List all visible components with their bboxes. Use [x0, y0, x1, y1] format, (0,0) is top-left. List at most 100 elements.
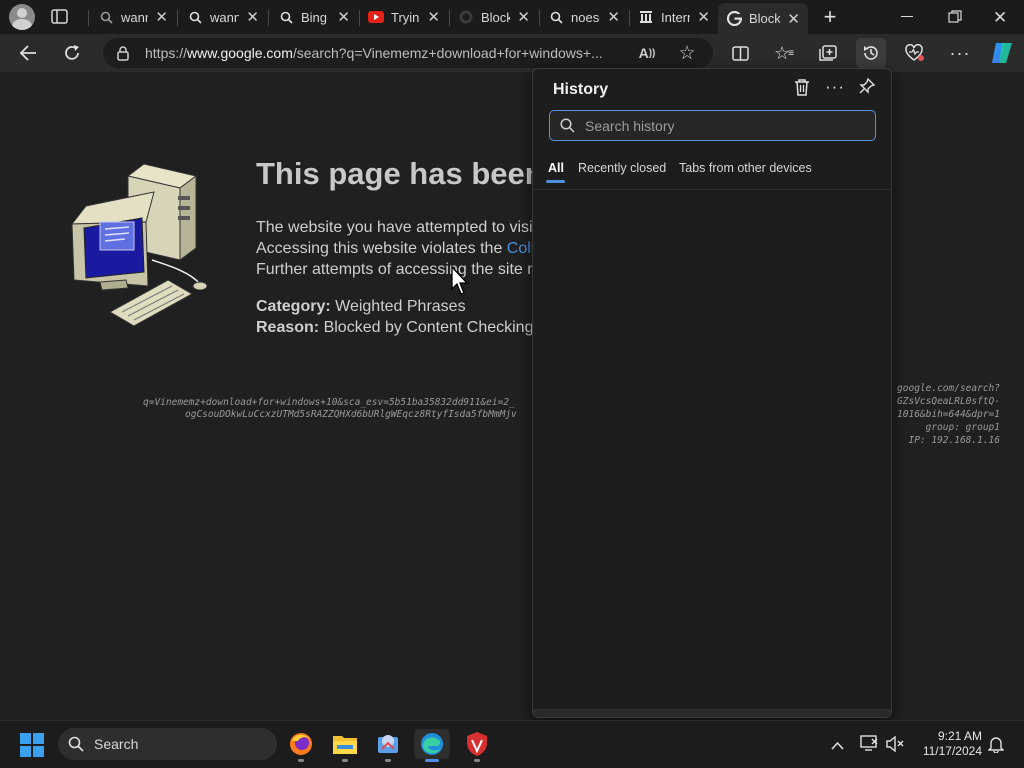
github-icon [458, 9, 474, 25]
profile-avatar[interactable] [9, 4, 35, 30]
tab-title: Block [481, 9, 511, 25]
delete-history-icon[interactable] [794, 79, 810, 101]
network-icon[interactable] [860, 735, 878, 756]
page-title: This page has been [256, 156, 544, 191]
start-windows-icon[interactable] [20, 733, 44, 762]
blocked-url-line-1: q=Vinememz+download+for+windows+10&sca_e… [143, 397, 515, 408]
category-value: Weighted Phrases [330, 298, 466, 315]
search-icon [187, 9, 203, 25]
new-tab-button[interactable]: + [818, 4, 842, 29]
restore-button[interactable] [948, 10, 962, 24]
close-icon[interactable]: ✕ [337, 8, 350, 26]
category-line: Category: Weighted Phrases [256, 298, 466, 316]
tab-title: Trying [391, 9, 420, 25]
system-clock[interactable]: 9:21 AM 11/17/2024 [912, 729, 982, 759]
split-screen-icon[interactable] [725, 38, 755, 68]
volume-muted-icon[interactable] [886, 735, 904, 757]
read-aloud-icon[interactable]: A)) [632, 38, 662, 68]
address-bar[interactable]: https://www.google.com/search?q=Vinememz… [103, 38, 713, 68]
tab-8-active[interactable]: Block ✕ [718, 3, 808, 34]
close-icon[interactable]: ✕ [155, 8, 168, 26]
block-message-line-2: Accessing this website violates the Coll [256, 240, 534, 258]
notifications-bell-icon[interactable] [987, 735, 1005, 758]
back-button[interactable] [13, 38, 43, 68]
youtube-icon [368, 9, 384, 25]
close-window-button[interactable]: ✕ [993, 8, 1007, 28]
tab-actions-icon[interactable] [51, 9, 68, 24]
close-icon[interactable]: ✕ [517, 8, 530, 26]
pin-icon[interactable] [859, 77, 876, 100]
close-icon[interactable]: ✕ [246, 8, 259, 26]
url-host: www.google.com [187, 45, 293, 61]
google-icon [726, 11, 742, 27]
copilot-icon[interactable] [987, 38, 1017, 68]
collections-icon[interactable] [813, 38, 843, 68]
blocked-url-right-1: google.com/search? [897, 383, 1000, 394]
tab-1[interactable]: wann ✕ [90, 4, 176, 30]
block-message-line-1: The website you have attempted to visi [256, 219, 533, 236]
refresh-button[interactable] [57, 38, 87, 68]
taskbar-search[interactable]: Search [58, 728, 277, 760]
tab-recently-closed[interactable]: Recently closed [578, 161, 666, 175]
tab-title: wann [210, 9, 240, 25]
clock-date: 11/17/2024 [922, 744, 982, 758]
firefox-icon[interactable] [286, 729, 316, 759]
minimize-button[interactable] [901, 16, 913, 17]
panel-scrollbar-edge [533, 709, 891, 717]
active-tab-indicator [546, 180, 565, 183]
category-label: Category: [256, 298, 331, 315]
block-message-text: Accessing this website violates the [256, 240, 507, 257]
url-prefix: https:// [145, 45, 188, 61]
file-explorer-icon[interactable] [330, 729, 360, 759]
mouse-cursor-icon [451, 265, 471, 301]
clock-time: 9:21 AM [937, 729, 982, 743]
history-panel-title: History [553, 81, 609, 98]
tab-7[interactable]: Intern ✕ [630, 4, 718, 30]
running-indicator [298, 759, 304, 762]
tab-2[interactable]: wann ✕ [179, 4, 267, 30]
tab-5[interactable]: Block ✕ [450, 4, 538, 30]
search-icon [560, 118, 575, 133]
tab-title: Block [749, 11, 781, 26]
url-path: /search?q=Vinememz+download+for+windows+… [292, 45, 603, 61]
close-icon[interactable]: ✕ [787, 10, 800, 28]
blocked-url-line-2: ogCsouDOkwLuCcxzUTMd5sRAZZQHXd6bURlgWEqc… [185, 409, 517, 420]
archive-icon [638, 9, 654, 25]
close-icon[interactable]: ✕ [427, 8, 440, 26]
history-search-box[interactable] [549, 110, 876, 141]
favorite-star-icon[interactable]: ☆ [672, 38, 702, 68]
tab-4[interactable]: Trying ✕ [360, 4, 448, 30]
running-indicator [474, 759, 480, 762]
tab-other-devices[interactable]: Tabs from other devices [679, 161, 812, 175]
search-icon [278, 9, 294, 25]
tab-3[interactable]: Bing ✕ [270, 4, 358, 30]
more-options-icon[interactable]: ··· [945, 38, 975, 68]
reason-line: Reason: Blocked by Content Checking. [256, 319, 538, 337]
lock-icon [117, 45, 129, 61]
search-icon [98, 9, 114, 25]
history-panel: History ··· All Recently closed Tabs fro… [532, 68, 892, 718]
history-icon[interactable] [856, 38, 886, 68]
show-hidden-icons-chevron-icon[interactable] [831, 737, 844, 755]
favorites-icon[interactable]: ☆ ≡ [769, 38, 799, 68]
history-more-options-icon[interactable]: ··· [825, 77, 845, 97]
close-icon[interactable]: ✕ [697, 8, 710, 26]
close-icon[interactable]: ✕ [607, 8, 620, 26]
edge-icon[interactable] [414, 729, 450, 759]
blocked-url-right-3: 1016&bih=644&dpr=1 [897, 409, 1000, 420]
tab-all[interactable]: All [548, 161, 564, 175]
running-indicator [342, 759, 348, 762]
tab-6[interactable]: noesc ✕ [540, 4, 628, 30]
app-icon[interactable] [373, 729, 403, 759]
history-search-input[interactable] [583, 116, 847, 135]
policy-link[interactable]: Coll [507, 240, 535, 257]
panel-divider [533, 189, 891, 190]
tab-title: Bing [301, 9, 328, 25]
block-message-line-3: Further attempts of accessing the site n [256, 261, 537, 278]
taskbar-search-label: Search [94, 736, 139, 752]
ip-info: IP: 192.168.1.16 [908, 435, 1000, 446]
browser-essentials-icon[interactable] [900, 38, 930, 68]
blocked-url-right-2: GZsVcsQeaLRL0sftQ- [897, 396, 1000, 407]
shield-app-icon[interactable] [462, 729, 492, 759]
running-indicator [385, 759, 391, 762]
